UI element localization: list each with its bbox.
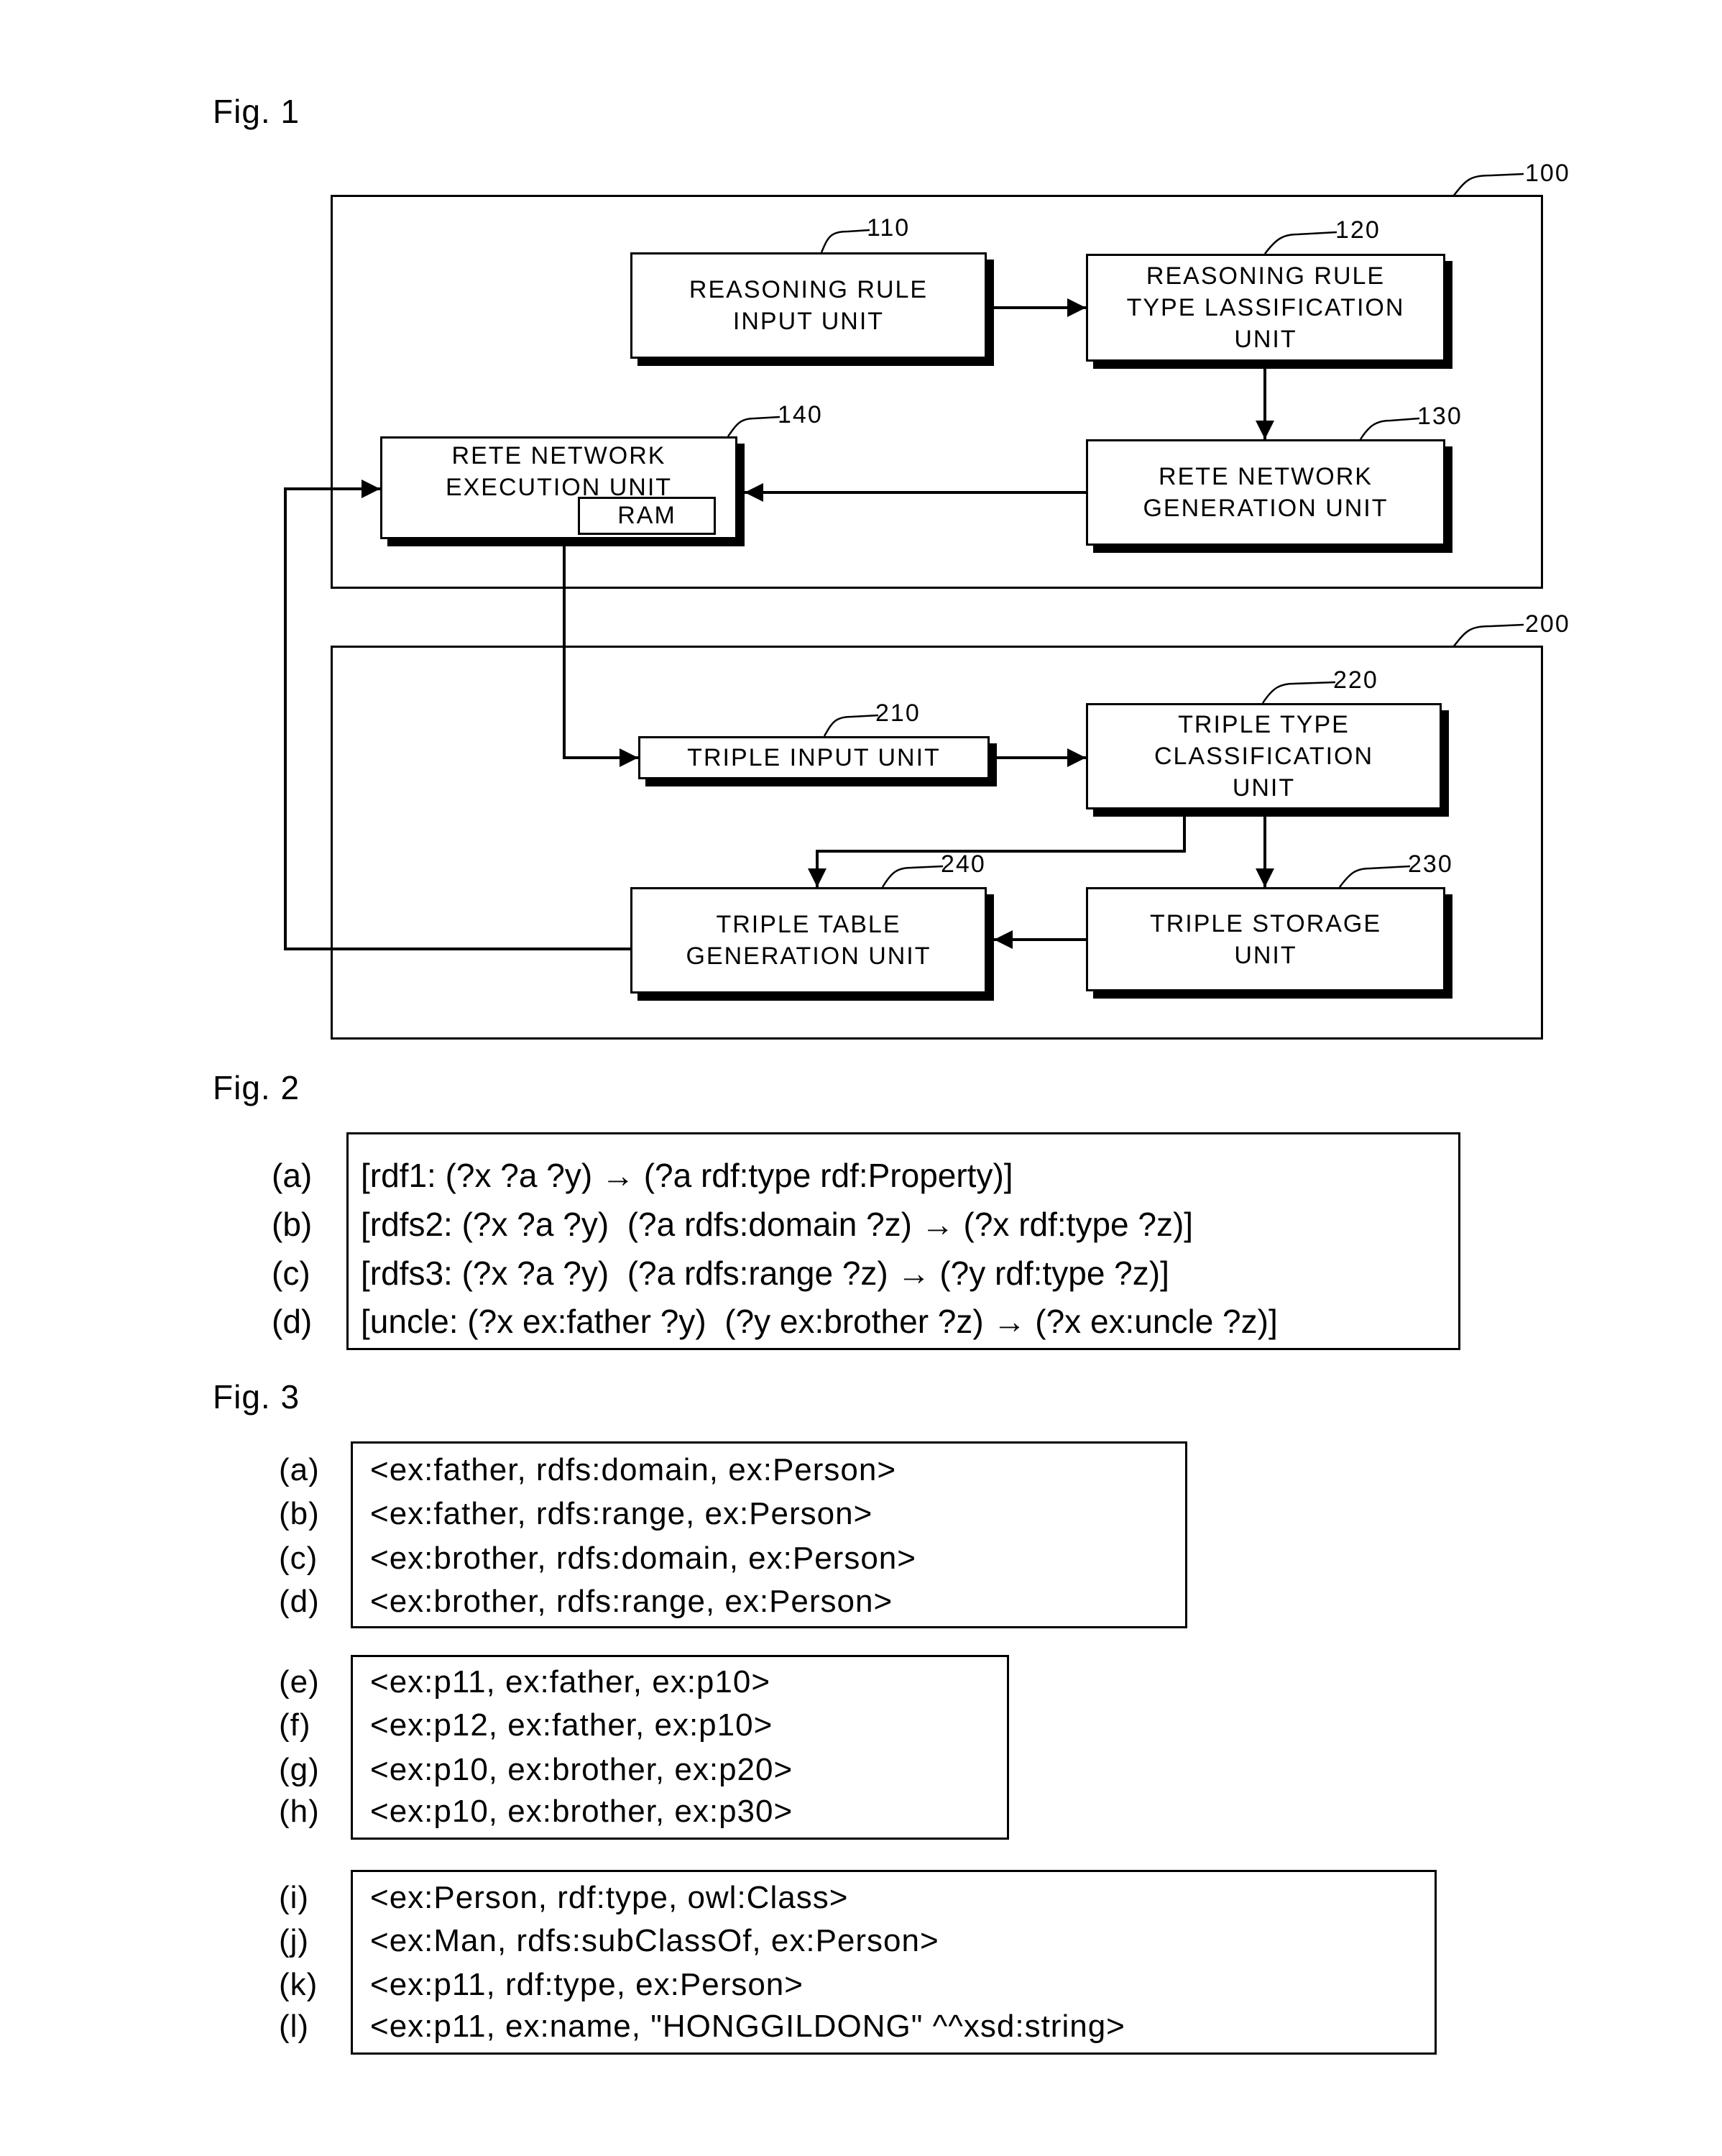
triple-text: <ex:father, rdfs:domain, ex:Person> <box>370 1452 897 1487</box>
leader-220 <box>1261 681 1336 704</box>
triple-table-generation-unit: TRIPLE TABLE GENERATION UNIT <box>630 887 987 994</box>
rule-text: [uncle: (?x ex:father ?y) (?y ex:brother… <box>361 1303 1278 1340</box>
leader-120 <box>1264 231 1337 254</box>
triple-input-unit: TRIPLE INPUT UNIT <box>638 736 990 779</box>
arrow-240-to-140-feedback <box>284 480 630 950</box>
rule-tag: (c) <box>272 1254 310 1292</box>
triple-text: <ex:p12, ex:father, ex:p10> <box>370 1707 773 1743</box>
triple-storage-unit: TRIPLE STORAGE UNIT <box>1086 887 1445 991</box>
triple-text: <ex:p11, rdf:type, ex:Person> <box>370 1967 804 2002</box>
triple-text: <ex:p11, ex:name, "HONGGILDONG" ^^xsd:st… <box>370 2009 1125 2044</box>
leader-100 <box>1452 173 1524 197</box>
triple-tag: (c) <box>279 1541 318 1576</box>
triple-type-classification-unit: TRIPLE TYPE CLASSIFICATION UNIT <box>1086 703 1442 809</box>
rule-tag: (b) <box>272 1206 313 1243</box>
triple-tag: (j) <box>279 1923 310 1958</box>
triple-tag: (h) <box>279 1794 320 1829</box>
leader-110 <box>820 229 870 253</box>
triple-text: <ex:brother, rdfs:domain, ex:Person> <box>370 1541 916 1576</box>
rule-text: [rdf1: (?x ?a ?y) → (?a rdf:type rdf:Pro… <box>361 1157 1013 1194</box>
rete-network-execution-unit-label: RETE NETWORK EXECUTION UNIT <box>445 442 673 501</box>
triple-tag: (e) <box>279 1664 320 1699</box>
ref-120: 120 <box>1335 216 1381 244</box>
ref-230: 230 <box>1408 850 1453 878</box>
rule-tag: (d) <box>272 1303 313 1340</box>
ref-200: 200 <box>1525 610 1570 638</box>
triple-text: <ex:brother, rdfs:range, ex:Person> <box>370 1584 893 1619</box>
reasoning-rule-input-unit: REASONING RULE INPUT UNIT <box>630 252 987 359</box>
triple-text: <ex:father, rdfs:range, ex:Person> <box>370 1496 873 1531</box>
rule-text: [rdfs2: (?x ?a ?y) (?a rdfs:domain ?z) →… <box>361 1206 1194 1243</box>
ram-block: RAM <box>578 497 716 535</box>
triple-tag: (b) <box>279 1496 320 1531</box>
triple-tag: (l) <box>279 2009 310 2044</box>
arrow-140-to-210 <box>563 546 638 767</box>
ref-240: 240 <box>941 850 986 878</box>
ref-100: 100 <box>1525 160 1570 187</box>
triple-tag: (k) <box>279 1967 318 2002</box>
triple-tag: (d) <box>279 1584 320 1619</box>
rete-network-generation-unit: RETE NETWORK GENERATION UNIT <box>1086 439 1445 546</box>
triple-text: <ex:p11, ex:father, ex:p10> <box>370 1664 771 1699</box>
ref-220: 220 <box>1333 666 1378 694</box>
reasoning-rule-type-classification-unit: REASONING RULE TYPE LASSIFICATION UNIT <box>1086 254 1445 362</box>
leader-200 <box>1452 623 1524 648</box>
triple-text: <ex:Person, rdf:type, owl:Class> <box>370 1880 849 1915</box>
arrow-220-to-240 <box>808 816 1186 887</box>
fig3-label: Fig. 3 <box>213 1378 300 1416</box>
ref-210: 210 <box>875 699 921 727</box>
triple-tag: (g) <box>279 1752 320 1787</box>
ref-110: 110 <box>867 214 911 242</box>
triple-text: <ex:Man, rdfs:subClassOf, ex:Person> <box>370 1923 939 1958</box>
triple-tag: (i) <box>279 1880 310 1915</box>
rule-text: [rdfs3: (?x ?a ?y) (?a rdfs:range ?z) → … <box>361 1254 1169 1292</box>
leader-130 <box>1359 417 1420 440</box>
triple-tag: (a) <box>279 1452 320 1487</box>
ref-140: 140 <box>778 401 823 428</box>
leader-240 <box>881 865 944 888</box>
rule-tag: (a) <box>272 1157 313 1194</box>
ref-130: 130 <box>1417 403 1463 430</box>
triple-tag: (f) <box>279 1707 311 1743</box>
triple-text: <ex:p10, ex:brother, ex:p30> <box>370 1794 793 1829</box>
leader-230 <box>1338 865 1411 888</box>
triple-text: <ex:p10, ex:brother, ex:p20> <box>370 1752 793 1787</box>
fig2-label: Fig. 2 <box>213 1069 300 1106</box>
leader-210 <box>823 714 879 737</box>
leader-140 <box>727 416 781 437</box>
